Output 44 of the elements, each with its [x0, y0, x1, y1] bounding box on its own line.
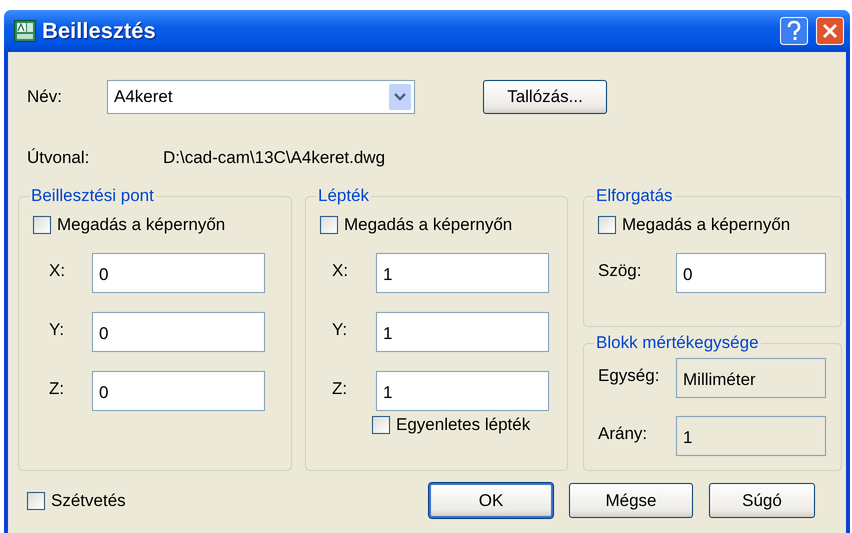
input-field: 1: [676, 416, 826, 456]
checkbox[interactable]: [27, 492, 45, 510]
input-field[interactable]: 0: [92, 371, 265, 411]
input-field[interactable]: 0: [92, 253, 265, 293]
group-title: Beillesztési pont: [29, 186, 156, 206]
ok-button[interactable]: OK: [429, 483, 553, 518]
checkbox-label: Szétvetés: [51, 490, 126, 510]
input-field: Milliméter: [676, 358, 826, 398]
checkbox-label: Megadás a képernyőn: [344, 215, 512, 235]
group-title: Elforgatás: [594, 186, 675, 206]
checkbox-label: Megadás a képernyőn: [622, 215, 790, 235]
field-label: X:: [49, 260, 66, 281]
checkbox-label: Egyenletes lépték: [396, 415, 530, 435]
checkbox-label: Megadás a képernyőn: [57, 215, 226, 235]
input-field[interactable]: 1: [376, 312, 549, 352]
input-field[interactable]: 1: [376, 253, 549, 293]
path-value: D:\cad-cam\13C\A4keret.dwg: [163, 148, 386, 168]
field-label: Z:: [332, 378, 348, 399]
window-title: Beillesztés: [42, 18, 156, 44]
input-field[interactable]: 0: [92, 312, 265, 352]
input-field[interactable]: 1: [376, 371, 549, 411]
group-title: Blokk mértékegysége: [594, 333, 761, 353]
browse-button[interactable]: Tallózás...: [483, 80, 607, 114]
checkbox[interactable]: [320, 216, 338, 234]
path-label: Útvonal:: [27, 148, 90, 168]
help-icon[interactable]: [780, 17, 808, 45]
field-label: Z:: [49, 378, 66, 399]
cancel-button[interactable]: Mégse: [569, 483, 693, 518]
field-label: Arány:: [598, 423, 648, 444]
help-button[interactable]: Súgó: [709, 483, 815, 518]
field-label: Név:: [27, 87, 63, 107]
checkbox[interactable]: [598, 216, 616, 234]
name-dropdown[interactable]: A4keret: [107, 80, 415, 114]
field-label: Y:: [49, 319, 66, 340]
checkbox[interactable]: [33, 216, 51, 234]
close-icon[interactable]: [816, 17, 844, 45]
input-field[interactable]: 0: [676, 253, 826, 293]
checkbox[interactable]: [372, 416, 390, 434]
field-label: Szög:: [598, 260, 642, 281]
field-label: Egység:: [598, 365, 660, 386]
field-label: X:: [332, 260, 350, 281]
group-title: Lépték: [316, 186, 372, 206]
app-icon: [14, 20, 36, 42]
field-label: Y:: [332, 319, 348, 340]
